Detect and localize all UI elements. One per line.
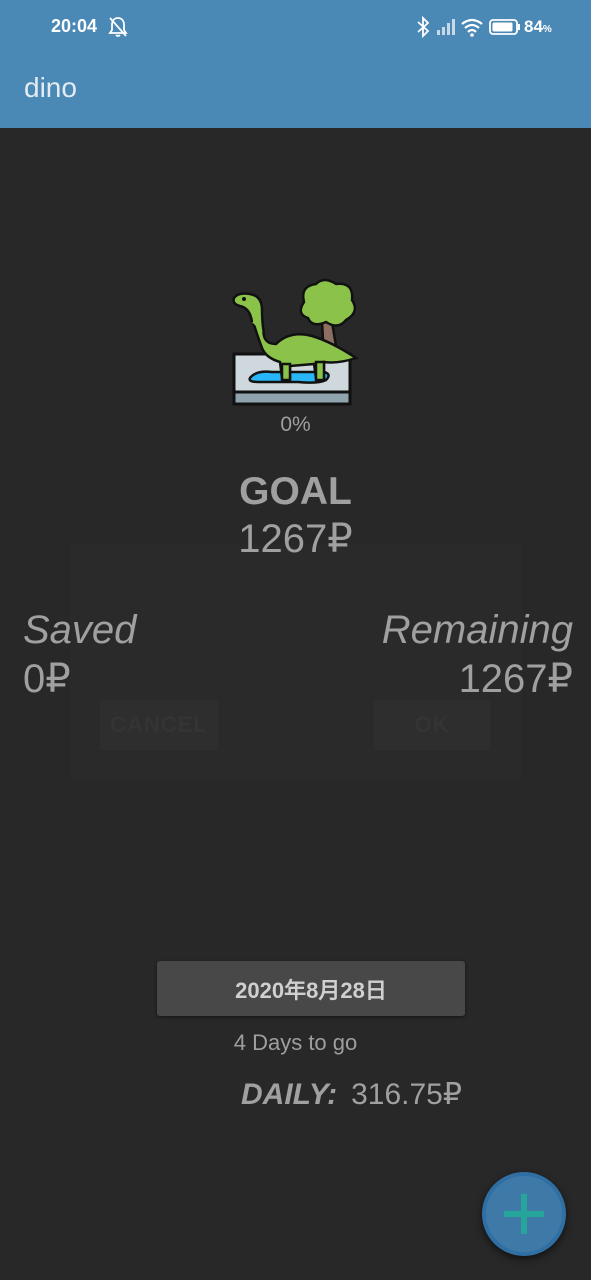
remaining-value: 1267₽ (458, 657, 573, 701)
bluetooth-icon (417, 16, 430, 38)
daily-row: DAILY: 316.75₽ (241, 1077, 462, 1112)
signal-icon (437, 19, 455, 35)
progress-percentage: 0% (280, 413, 311, 436)
dino-illustration (232, 278, 359, 406)
app-title: dino (24, 72, 77, 103)
goal-value: 1267₽ (238, 517, 353, 561)
bell-off-icon (108, 17, 128, 37)
daily-label: DAILY: (241, 1078, 338, 1111)
remaining-label: Remaining (381, 608, 573, 652)
app-bar: dino (0, 54, 591, 128)
status-time: 20:04 (51, 16, 98, 36)
goal-label: GOAL (239, 470, 352, 513)
ghost-cancel-button: CANCEL (100, 700, 218, 750)
status-bar: 20:04 84% (0, 0, 591, 54)
plus-icon (504, 1194, 544, 1234)
battery-icon (489, 19, 520, 35)
days-to-go: 4 Days to go (233, 1030, 358, 1055)
ghost-ok-button: OK (374, 700, 490, 750)
battery-percentage: 84% (524, 17, 552, 36)
saved-label: Saved (23, 608, 137, 652)
add-button[interactable] (482, 1172, 566, 1256)
date-picker-button[interactable]: 2020年8月28日 (157, 961, 465, 1016)
daily-value: 316.75₽ (351, 1078, 462, 1111)
wifi-icon (461, 18, 483, 37)
saved-value: 0₽ (23, 657, 71, 701)
